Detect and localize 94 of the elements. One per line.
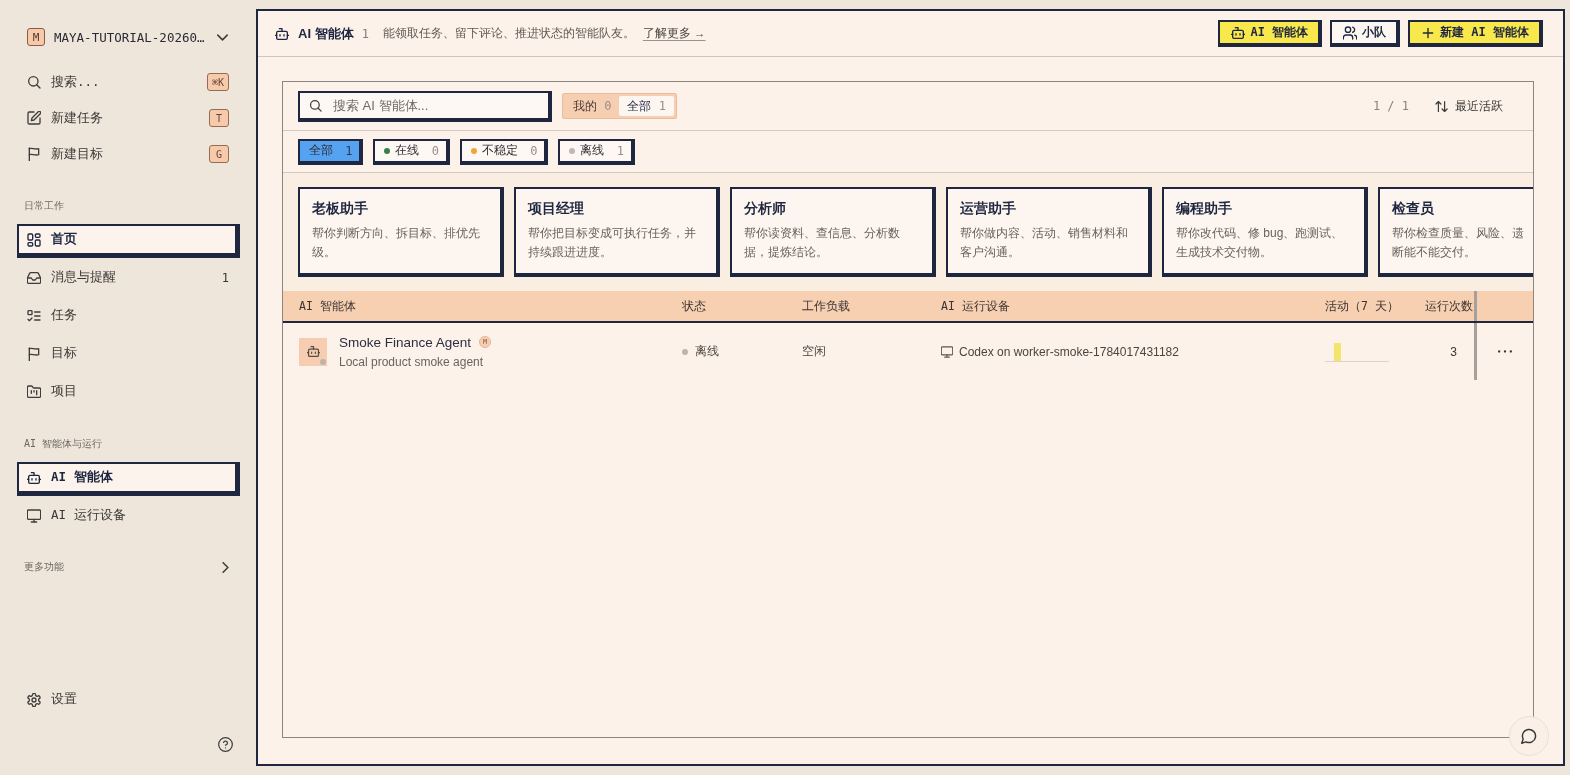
sidebar-item[interactable]: 项目 <box>17 376 240 410</box>
agent-count: 1 <box>361 26 369 41</box>
activity-sparkline <box>1325 341 1389 362</box>
sort-button[interactable]: 最近活跃 <box>1435 97 1503 115</box>
card-title: 编程助手 <box>1176 200 1233 218</box>
column-header: 活动（7 天） <box>1325 298 1400 314</box>
chevron-right-icon <box>222 561 229 573</box>
run-count: 3 <box>1450 344 1458 359</box>
filter-chip[interactable]: 离线 1 <box>558 138 635 165</box>
search-icon <box>309 98 322 112</box>
sidebar-item[interactable]: 任务 <box>17 300 240 334</box>
unread-count: 1 <box>221 270 229 285</box>
header-button[interactable]: AI 智能体 <box>1218 20 1323 47</box>
template-card[interactable]: 检查员 帮你检查质量、风险、遗断能不能交付。 <box>1378 187 1533 277</box>
card-title: 运营助手 <box>960 200 1017 218</box>
chat-button[interactable] <box>1509 716 1549 756</box>
shortcut-key: T <box>209 109 229 127</box>
sidebar-action[interactable]: 搜索... ⌘K <box>17 64 240 100</box>
card-description: 帮你判断方向、拆目标、排优先级。 <box>312 225 481 261</box>
gear-icon <box>27 692 41 707</box>
template-card[interactable]: 运营助手 帮你做内容、活动、销售材料和客户沟通。 <box>946 187 1152 277</box>
card-title: 检查员 <box>1392 200 1435 218</box>
more-button[interactable] <box>1497 349 1513 354</box>
workload-cell-text: 空闲 <box>802 343 827 360</box>
workspace-switcher[interactable]: M MAYA-TUTORIAL-20260… <box>17 22 240 52</box>
agent-name[interactable]: Smoke Finance Agent <box>339 334 472 350</box>
filter-chip[interactable]: 全部 1 <box>298 138 364 165</box>
inbox-icon <box>27 270 41 285</box>
status-label: 离线 <box>695 343 719 360</box>
card-description: 帮你检查质量、风险、遗断能不能交付。 <box>1392 225 1525 261</box>
more-icon <box>1498 350 1512 353</box>
sidebar-action[interactable]: 新建目标 G <box>17 136 240 172</box>
settings-item[interactable]: 设置 <box>17 684 240 718</box>
sidebar-item[interactable]: 目标 <box>17 338 240 372</box>
shortcut-key: ⌘K <box>206 73 229 91</box>
robot-icon <box>306 345 320 358</box>
sidebar-item[interactable]: 首页 <box>17 224 240 258</box>
section-title: 日常工作 <box>24 199 65 213</box>
template-card[interactable]: 老板助手 帮你判断方向、拆目标、排优先级。 <box>298 187 504 277</box>
filter-chip[interactable]: 在线 0 <box>373 138 450 165</box>
filter-chip[interactable]: 不稳定 0 <box>459 138 549 165</box>
help-icon[interactable] <box>218 737 233 752</box>
chevron-down-icon <box>217 33 228 41</box>
workspace-name: MAYA-TUTORIAL-20260… <box>54 29 206 45</box>
template-card[interactable]: 编程助手 帮你改代码、修 bug、跑测试、生成技术交付物。 <box>1162 187 1368 277</box>
page-description: 能领取任务、留下评论、推进状态的智能队友。 <box>382 26 635 41</box>
card-title: 分析师 <box>744 200 787 218</box>
column-header: 状态 <box>682 298 707 314</box>
checklist-icon <box>27 308 41 323</box>
column-header: 运行次数 <box>1425 298 1474 314</box>
shortcut-key: G <box>209 145 229 163</box>
folder-icon <box>27 384 41 399</box>
monitor-icon <box>27 508 41 523</box>
column-header: AI 运行设备 <box>941 298 1011 314</box>
sidebar-item[interactable]: AI 运行设备 <box>17 500 240 534</box>
sidebar-action[interactable]: 新建任务 T <box>17 100 240 136</box>
card-description: 帮你把目标变成可执行任务，并持续跟进进度。 <box>528 225 697 261</box>
card-title: 老板助手 <box>312 200 369 218</box>
card-description: 帮你读资料、查信息、分析数据，提炼结论。 <box>744 225 901 261</box>
robot-icon <box>275 26 289 41</box>
template-card[interactable]: 项目经理 帮你把目标变成可执行任务，并持续跟进进度。 <box>514 187 720 277</box>
flag-icon <box>27 147 41 161</box>
template-card[interactable]: 分析师 帮你读资料、查信息、分析数据，提炼结论。 <box>730 187 936 277</box>
scope-tab[interactable]: 我的 0 <box>565 96 620 116</box>
workspace-avatar: M <box>27 28 45 46</box>
card-title: 项目经理 <box>528 200 585 218</box>
header-button[interactable]: 新建 AI 智能体 <box>1408 20 1543 47</box>
search-field[interactable]: 搜索 AI 智能体... <box>298 90 552 122</box>
sidebar-item[interactable]: 消息与提醒 1 <box>17 262 240 296</box>
card-description: 帮你做内容、活动、销售材料和客户沟通。 <box>960 225 1129 261</box>
learn-more-link[interactable]: 了解更多 → <box>642 26 706 41</box>
column-header: AI 智能体 <box>299 298 357 314</box>
device-name: Codex on worker-smoke-1784017431182 <box>959 344 1179 359</box>
section-title: AI 智能体与运行 <box>24 437 104 451</box>
column-header: 工作负载 <box>802 298 851 314</box>
monitor-icon <box>941 345 953 358</box>
more-features-item[interactable]: 更多功能 <box>17 560 240 574</box>
sort-icon <box>1435 99 1448 113</box>
page-title: AI 智能体 <box>298 24 354 43</box>
sidebar-item[interactable]: AI 智能体 <box>17 462 240 496</box>
agent-description: Local product smoke agent <box>339 354 485 369</box>
card-description: 帮你改代码、修 bug、跑测试、生成技术交付物。 <box>1176 225 1345 261</box>
page-indicator: 1 / 1 <box>1372 99 1409 113</box>
search-icon <box>27 75 41 89</box>
scope-tab[interactable]: 全部 1 <box>619 96 674 116</box>
header-button[interactable]: 小队 <box>1330 20 1401 47</box>
plus-icon <box>1421 25 1436 40</box>
pencil-square-icon <box>27 111 41 125</box>
people-icon <box>1343 25 1358 40</box>
robot-icon <box>1231 25 1246 40</box>
flag-icon <box>27 346 41 361</box>
grid-icon <box>27 232 41 247</box>
chat-icon <box>1521 728 1537 744</box>
robot-icon <box>27 470 41 485</box>
